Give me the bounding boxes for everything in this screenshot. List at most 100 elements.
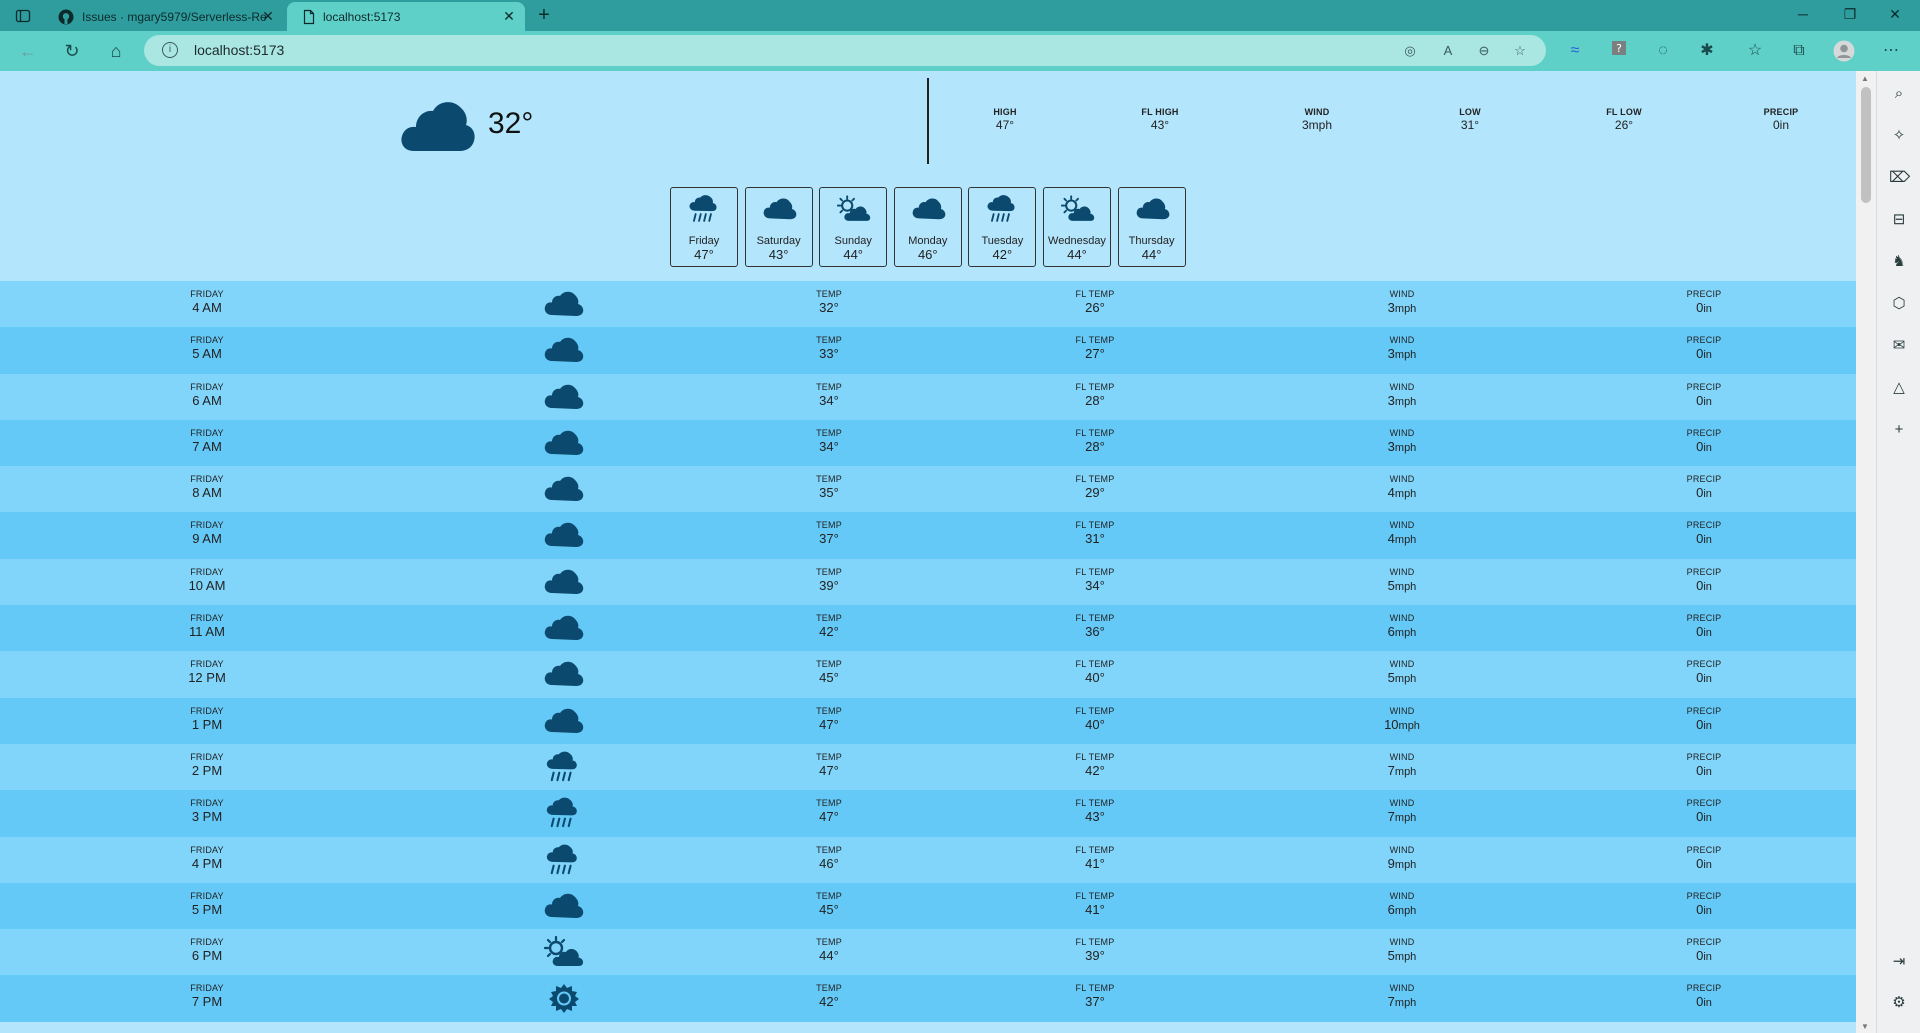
- stat-value: 26°: [1614, 118, 1634, 132]
- location-icon[interactable]: ◎: [1402, 43, 1418, 59]
- precip-unit: in: [1703, 580, 1712, 593]
- hour-wind-cell: WIND 3mph: [1342, 335, 1462, 361]
- hour-precip: 0in: [1644, 763, 1764, 778]
- wind-value: 4: [1387, 485, 1395, 501]
- tab-actions-icon[interactable]: [12, 6, 34, 26]
- wind-value: 3: [1387, 392, 1395, 408]
- hour-wind: 3mph: [1342, 346, 1462, 361]
- fl-temp-label: FL TEMP: [1075, 427, 1115, 438]
- hour-fl-temp: 42°: [1085, 762, 1105, 778]
- partly-cloudy-icon: [543, 936, 584, 968]
- extension-circle-icon[interactable]: ◌: [1652, 40, 1674, 62]
- fl-temp-label: FL TEMP: [1075, 289, 1115, 299]
- minimize-icon[interactable]: ─: [1788, 6, 1818, 26]
- profile-avatar-icon[interactable]: [1833, 40, 1855, 62]
- add-favorite-icon[interactable]: ☆: [1512, 43, 1528, 59]
- search-icon[interactable]: ⌕: [1889, 84, 1909, 104]
- page-scrollbar[interactable]: ▲ ▼: [1856, 71, 1876, 1033]
- hour-precip: 0in: [1644, 531, 1764, 546]
- temp-label: TEMP: [816, 983, 842, 994]
- extensions-puzzle-icon[interactable]: ✱: [1696, 40, 1718, 62]
- close-window-icon[interactable]: ✕: [1880, 6, 1910, 26]
- hide-sidebar-icon[interactable]: ⇥: [1889, 952, 1909, 972]
- zoom-out-icon[interactable]: ⊖: [1476, 43, 1492, 59]
- sidebar-settings-gear-icon[interactable]: ⚙: [1889, 993, 1909, 1013]
- hour-precip-cell: PRECIP 0in: [1644, 706, 1764, 732]
- fl-temp-label: FL TEMP: [1075, 798, 1115, 809]
- hour-wind-cell: WIND 4mph: [1342, 474, 1462, 500]
- hour-fl-temp-cell: FL TEMP 37°: [1035, 983, 1155, 1009]
- day-card-wednesday[interactable]: Wednesday 44°: [1043, 187, 1111, 267]
- back-icon[interactable]: ←: [17, 40, 39, 62]
- scroll-up-icon[interactable]: ▲: [1861, 74, 1869, 83]
- collections-icon[interactable]: ⧉: [1788, 40, 1810, 62]
- temp-label: TEMP: [816, 289, 842, 299]
- address-url[interactable]: localhost:5173: [194, 42, 284, 58]
- day-card-sunday[interactable]: Sunday 44°: [819, 187, 888, 267]
- outlook-icon[interactable]: ✉: [1889, 336, 1909, 356]
- hour-wind: 3mph: [1342, 393, 1462, 408]
- day-card-friday[interactable]: Friday 47°: [670, 187, 738, 267]
- close-tab-icon[interactable]: ✕: [501, 8, 517, 24]
- hour-time: 1 PM: [191, 716, 223, 732]
- precip-unit: in: [1703, 349, 1712, 362]
- more-menu-icon[interactable]: ⋯: [1880, 40, 1902, 62]
- stat-label: HIGH: [993, 107, 1017, 117]
- day-card-saturday[interactable]: Saturday 43°: [744, 187, 813, 267]
- address-bar[interactable]: i localhost:5173 ◎ A ⊖ ☆: [144, 35, 1546, 66]
- cloud-icon: [544, 890, 584, 922]
- day-card-monday[interactable]: Monday 46°: [893, 187, 962, 267]
- wind-unit: mph: [1394, 812, 1417, 825]
- hour-wind-cell: WIND 5mph: [1342, 567, 1462, 593]
- games-icon[interactable]: ♞: [1889, 252, 1909, 272]
- tools-briefcase-icon[interactable]: ⊟: [1889, 210, 1909, 230]
- scrollbar-thumb[interactable]: [1861, 87, 1871, 203]
- day-card-tuesday[interactable]: Tuesday 42°: [968, 187, 1037, 267]
- drop-icon[interactable]: △: [1889, 378, 1909, 398]
- restore-icon[interactable]: ❐: [1835, 6, 1865, 26]
- tab-localhost[interactable]: localhost:5173 ✕: [287, 2, 525, 31]
- hour-fl-temp: 28°: [1085, 438, 1105, 454]
- stat-low: LOW 31°: [1430, 107, 1510, 132]
- stat-label: WIND: [1304, 107, 1330, 117]
- current-temp: 32°: [488, 107, 534, 140]
- precip-unit: in: [1703, 534, 1712, 547]
- wind-label: WIND: [1389, 705, 1415, 716]
- stat-precip: PRECIP 0in: [1741, 107, 1821, 132]
- copilot-sparkle-icon[interactable]: ✧: [1889, 126, 1909, 146]
- extension-help-icon[interactable]: ?: [1608, 40, 1630, 62]
- hour-row: FRIDAY 7 AM TEMP 34° FL TEMP 28° WIND 3m…: [0, 419, 1856, 467]
- wind-label: WIND: [1389, 566, 1415, 577]
- hour-precip: 0in: [1644, 393, 1764, 408]
- hour-temp-cell: TEMP 47°: [769, 798, 889, 824]
- hour-precip-cell: PRECIP 0in: [1644, 567, 1764, 593]
- hour-wind-cell: WIND 5mph: [1342, 659, 1462, 685]
- new-tab-icon[interactable]: +: [533, 4, 555, 26]
- favorites-icon[interactable]: ☆: [1744, 40, 1766, 62]
- hour-temp: 35°: [819, 485, 839, 501]
- weather-page: 32° HIGH 47° FL HIGH 43° WIND 3mph LOW 31° F…: [0, 71, 1856, 1033]
- hour-time: 4 PM: [191, 855, 223, 871]
- hour-row: FRIDAY 4 AM TEMP 32° FL TEMP 26° WIND 3m…: [0, 281, 1856, 328]
- extension-wave-icon[interactable]: ≈: [1564, 40, 1586, 62]
- tab-github-issues[interactable]: Issues · mgary5979/Serverless-Re ✕: [44, 2, 284, 31]
- tab-title: localhost:5173: [323, 9, 401, 24]
- cloud-icon: [401, 102, 475, 151]
- hour-temp-cell: TEMP 39°: [769, 567, 889, 593]
- site-info-icon[interactable]: i: [162, 42, 178, 58]
- wind-label: WIND: [1389, 844, 1415, 855]
- browser-window: Issues · mgary5979/Serverless-Re ✕ local…: [0, 0, 1920, 1033]
- day-temp: 44°: [843, 247, 864, 262]
- read-aloud-icon[interactable]: A: [1440, 43, 1456, 59]
- refresh-icon[interactable]: ↻: [61, 40, 83, 62]
- hour-precip: 0in: [1644, 809, 1764, 824]
- add-sidebar-app-icon[interactable]: +: [1889, 420, 1909, 440]
- hour-day: FRIDAY: [190, 566, 224, 577]
- scroll-down-icon[interactable]: ▼: [1861, 1022, 1869, 1031]
- hour-time-cell: FRIDAY 5 AM: [147, 335, 267, 361]
- shopping-tag-icon[interactable]: ⌦: [1889, 168, 1910, 188]
- home-icon[interactable]: ⌂: [105, 40, 127, 62]
- microsoft-365-icon[interactable]: ⬡: [1889, 294, 1909, 314]
- day-card-thursday[interactable]: Thursday 44°: [1117, 187, 1186, 267]
- close-tab-icon[interactable]: ✕: [260, 8, 276, 24]
